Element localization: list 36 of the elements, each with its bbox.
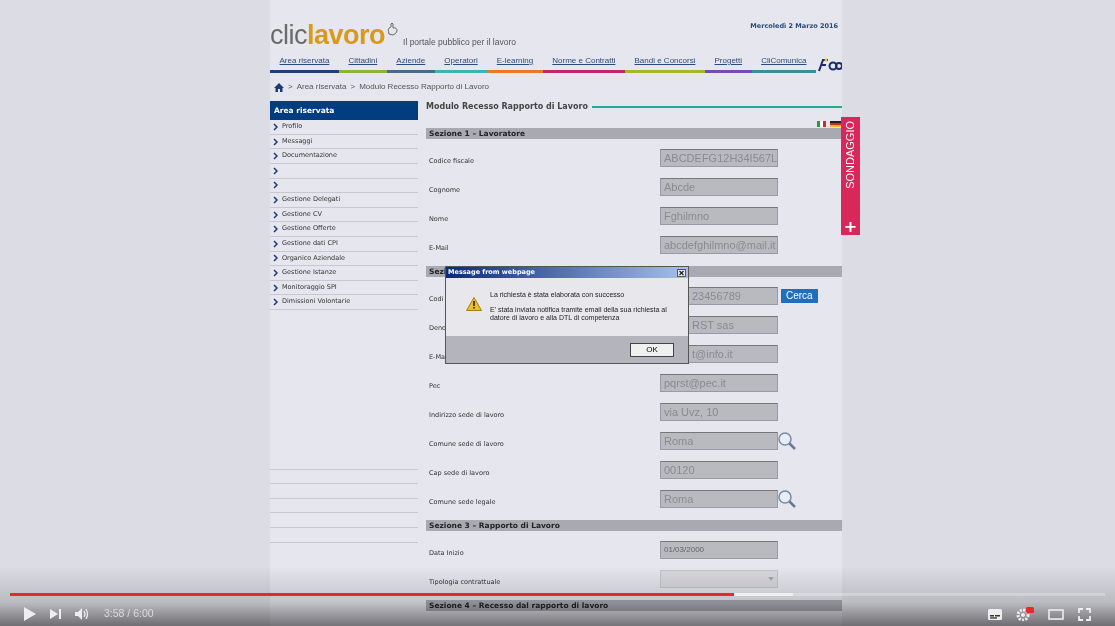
site-logo[interactable]: cliclavoro xyxy=(270,22,386,49)
volume-icon[interactable] xyxy=(75,608,90,620)
caret-icon xyxy=(768,576,774,581)
time-display: 3:58 / 6:00 xyxy=(104,606,154,622)
nav-link[interactable]: Aziende xyxy=(386,53,435,73)
search-icon[interactable] xyxy=(778,489,796,508)
ok-button[interactable]: OK xyxy=(630,342,674,357)
breadcrumb-separator: > xyxy=(350,81,356,93)
form-title: Modulo Recesso Rapporto di Lavoro xyxy=(426,101,588,113)
german-flag-icon[interactable] xyxy=(830,121,842,127)
settings-icon[interactable] xyxy=(1016,607,1034,621)
nav-link[interactable]: Norme e Contratti xyxy=(542,53,625,73)
nav-link[interactable]: Operatori xyxy=(434,53,488,73)
theater-mode-icon[interactable] xyxy=(1048,608,1064,620)
play-icon[interactable] xyxy=(24,607,36,621)
breadcrumb-separator: > xyxy=(288,81,293,93)
nav-link[interactable]: E-learning xyxy=(487,53,543,73)
italian-flag-icon[interactable] xyxy=(817,121,826,127)
nav-link[interactable]: Cittadini xyxy=(338,53,387,73)
fse-logo-icon xyxy=(816,57,842,73)
nav-link[interactable]: Progetti xyxy=(704,53,752,73)
home-icon[interactable] xyxy=(274,82,284,92)
survey-tab[interactable]: SONDAGGIO + xyxy=(841,117,860,235)
nav-link[interactable]: Area riservata xyxy=(270,53,339,73)
fullscreen-icon[interactable] xyxy=(1078,607,1091,621)
breadcrumb-link[interactable]: Area riservata xyxy=(296,81,347,93)
search-icon[interactable] xyxy=(778,431,796,450)
next-icon[interactable] xyxy=(50,609,61,619)
warning-icon xyxy=(466,297,482,311)
site-tagline: Il portale pubblico per il lavoro xyxy=(403,36,516,49)
nav-link[interactable]: CliComunica xyxy=(751,53,816,73)
nav-link[interactable]: Bandi e Concorsi xyxy=(624,53,705,73)
breadcrumb-current: Modulo Recesso Rapporto di Lavoro xyxy=(359,81,489,93)
progress-track[interactable] xyxy=(10,593,1105,596)
subtitles-icon[interactable] xyxy=(988,608,1002,620)
close-icon[interactable] xyxy=(677,268,686,277)
